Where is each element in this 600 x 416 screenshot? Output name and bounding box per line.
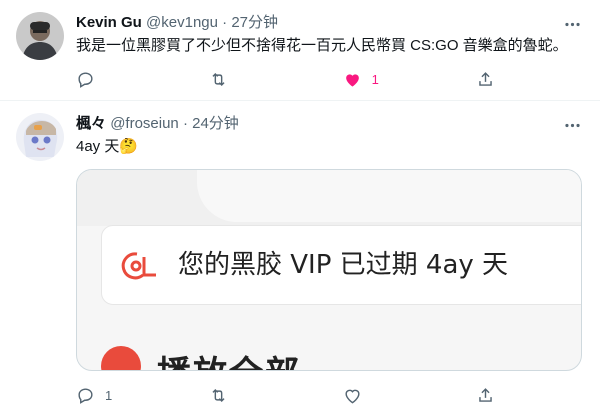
tweet-text: 4ay 天🤔 xyxy=(76,137,138,157)
retweet-button[interactable] xyxy=(209,383,249,407)
separator-dot: · xyxy=(222,14,228,31)
display-name[interactable]: 楓々 xyxy=(76,115,106,132)
heart-filled-icon xyxy=(345,73,359,87)
retweet-button[interactable] xyxy=(209,67,249,91)
thinking-emoji-icon: 🤔 xyxy=(119,138,139,155)
more-icon[interactable] xyxy=(560,12,584,36)
more-icon[interactable] xyxy=(560,113,584,137)
share-icon xyxy=(479,71,492,86)
heart-icon xyxy=(345,389,360,403)
retweet-icon xyxy=(212,388,225,402)
reply-button[interactable] xyxy=(76,67,116,91)
user-handle[interactable]: @kev1ngu xyxy=(146,14,218,31)
vip-expired-card: 您的黑胶 VIP 已过期 4ay 天 xyxy=(101,225,581,305)
avatar[interactable] xyxy=(16,113,64,161)
tweet[interactable]: Kevin Gu @kev1ngu · 27分钟 我是一位黑膠買了不少但不捨得花… xyxy=(0,0,600,101)
retweet-icon xyxy=(212,72,225,86)
like-button[interactable] xyxy=(343,383,383,407)
user-handle[interactable]: @froseiun xyxy=(110,115,179,132)
reply-icon xyxy=(78,71,93,88)
reply-button[interactable]: 1 xyxy=(76,383,116,407)
share-button[interactable] xyxy=(476,383,516,407)
image-top-band xyxy=(77,170,581,226)
share-button[interactable] xyxy=(476,67,516,91)
avatar[interactable] xyxy=(16,12,64,60)
separator-dot: · xyxy=(182,115,188,132)
tweet[interactable]: 楓々 @froseiun · 24分钟 4ay 天🤔 您的黑胶 VIP 已过期 … xyxy=(0,101,600,416)
share-icon xyxy=(479,387,492,402)
tweet-text-body: 4ay 天 xyxy=(76,138,120,155)
netease-music-logo-icon xyxy=(121,252,156,280)
image-top-curve xyxy=(197,170,581,222)
tweet-header: 楓々 @froseiun · 24分钟 xyxy=(76,114,239,134)
like-count: 1 xyxy=(371,71,379,87)
tweet-actions: 1 xyxy=(76,383,516,407)
tweet-image[interactable]: 您的黑胶 VIP 已过期 4ay 天 播放全部 xyxy=(76,169,582,371)
play-all-icon xyxy=(101,346,141,370)
tweet-actions: 1 xyxy=(76,67,516,91)
like-button[interactable]: 1 xyxy=(343,67,383,91)
timestamp[interactable]: 24分钟 xyxy=(192,115,239,132)
reply-count: 1 xyxy=(105,387,113,403)
play-all-text: 播放全部 xyxy=(157,346,301,370)
vip-expired-text: 您的黑胶 VIP 已过期 4ay 天 xyxy=(178,250,509,280)
timestamp[interactable]: 27分钟 xyxy=(231,14,278,31)
display-name[interactable]: Kevin Gu xyxy=(76,14,142,31)
reply-icon xyxy=(78,387,93,404)
tweet-header: Kevin Gu @kev1ngu · 27分钟 xyxy=(76,13,278,33)
tweet-text: 我是一位黑膠買了不少但不捨得花一百元人民幣買 CS:GO 音樂盒的魯蛇。 xyxy=(76,37,568,54)
